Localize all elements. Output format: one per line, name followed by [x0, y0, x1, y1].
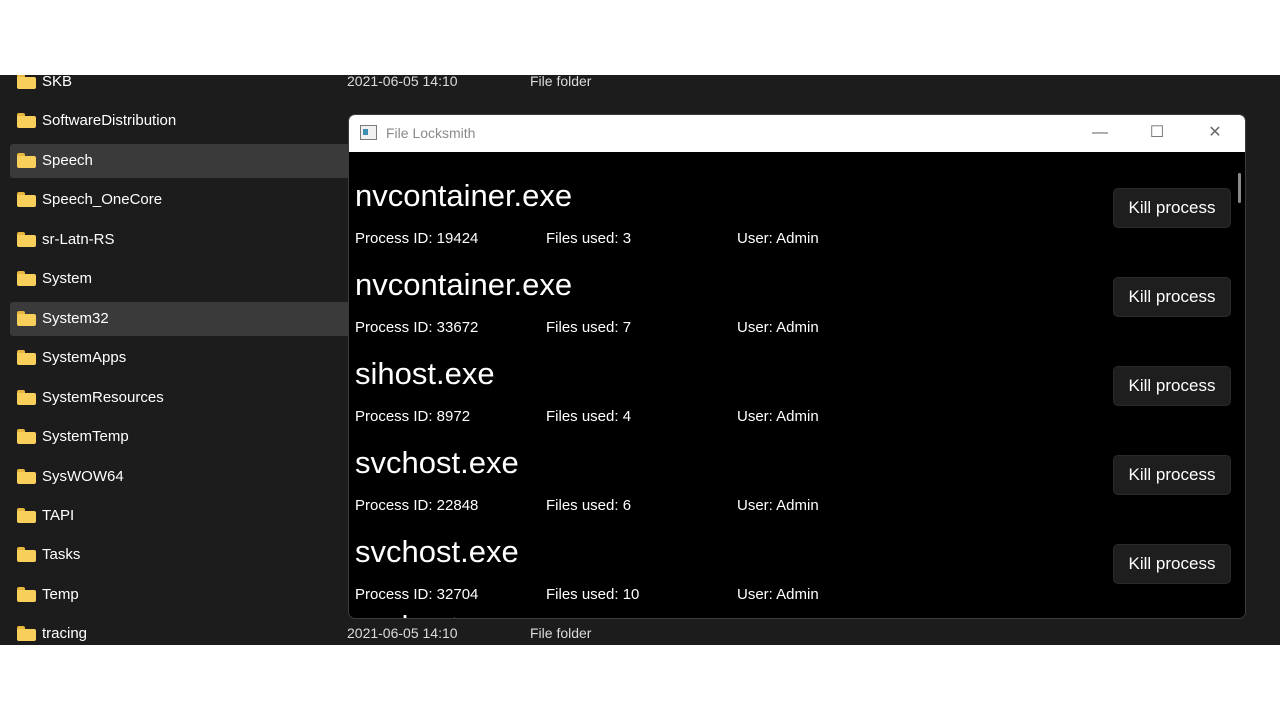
- process-user: User: Admin: [737, 319, 819, 336]
- scrollbar[interactable]: [1238, 173, 1241, 203]
- folder-row[interactable]: SysWOW64: [10, 460, 350, 494]
- folder-row[interactable]: SoftwareDistribution: [10, 104, 350, 138]
- folder-name: Temp: [42, 585, 79, 603]
- process-name: nvcontainer.exe: [355, 178, 573, 213]
- folder-icon: [17, 152, 36, 168]
- folder-name: SoftwareDistribution: [42, 112, 177, 130]
- folder-icon: [17, 350, 36, 366]
- process-user: User: Admin: [737, 586, 819, 603]
- title-bar[interactable]: File Locksmith — ☐ ✕: [349, 115, 1245, 152]
- folder-name: Speech: [42, 151, 93, 169]
- folder-row[interactable]: SystemApps: [10, 341, 350, 375]
- folder-name: Speech_OneCore: [42, 191, 163, 209]
- partial-process-name: svchost.exe: [355, 609, 455, 618]
- folder-name: sr-Latn-RS: [42, 230, 115, 248]
- close-button[interactable]: ✕: [1192, 115, 1238, 152]
- files-used: Files used: 7: [546, 319, 632, 336]
- folder-name: SystemApps: [42, 349, 127, 367]
- process-user: User: Admin: [737, 497, 819, 514]
- folder-name: SysWOW64: [42, 467, 124, 485]
- process-entry: svchost.exe Process ID: 22848 Files used: …: [349, 431, 1231, 520]
- folder-name: System: [42, 270, 93, 288]
- folder-name: SystemTemp: [42, 428, 129, 446]
- file-locksmith-window: File Locksmith — ☐ ✕ nvcontainer.exe Proc…: [348, 114, 1246, 619]
- folder-row[interactable]: Speech: [10, 143, 350, 178]
- files-used: Files used: 10: [546, 586, 640, 603]
- folder-icon: [17, 113, 36, 129]
- kill-process-button[interactable]: Kill process: [1113, 455, 1231, 495]
- process-entry: nvcontainer.exe Process ID: 33672 Files us…: [349, 253, 1231, 342]
- folder-name: TAPI: [42, 506, 75, 524]
- kill-process-button[interactable]: Kill process: [1113, 277, 1231, 317]
- folder-row[interactable]: Tasks: [10, 538, 350, 572]
- folder-row[interactable]: SystemResources: [10, 381, 350, 415]
- process-name: svchost.exe: [355, 445, 519, 480]
- folder-row[interactable]: TAPI: [10, 499, 350, 533]
- process-name: sihost.exe: [355, 356, 495, 391]
- folder-name: Tasks: [42, 546, 81, 564]
- folder-row[interactable]: SystemTemp: [10, 420, 350, 454]
- files-used: Files used: 6: [546, 497, 632, 514]
- folder-icon: [17, 429, 36, 445]
- folder-row[interactable]: Temp: [10, 578, 350, 612]
- minimize-button[interactable]: —: [1077, 115, 1123, 152]
- folder-row[interactable]: tracing: [10, 617, 350, 645]
- folder-icon: [17, 626, 36, 642]
- kill-process-button[interactable]: Kill process: [1113, 366, 1231, 406]
- process-id: Process ID: 33672: [355, 319, 479, 336]
- folder-row[interactable]: sr-Latn-RS: [10, 223, 350, 257]
- kill-process-button[interactable]: Kill process: [1113, 188, 1231, 228]
- folder-icon: [17, 389, 36, 405]
- folder-icon: [17, 271, 36, 287]
- folder-name: tracing: [42, 625, 88, 643]
- process-id: Process ID: 32704: [355, 586, 479, 603]
- folder-icon: [17, 192, 36, 208]
- folder-type: File folder: [530, 625, 592, 642]
- process-user: User: Admin: [737, 230, 819, 247]
- app-icon: [360, 125, 377, 140]
- folder-icon: [17, 231, 36, 247]
- files-used: Files used: 4: [546, 408, 632, 425]
- process-name: svchost.exe: [355, 534, 519, 569]
- folder-date: 2021-06-05 14:10: [347, 75, 458, 89]
- process-entry: sihost.exe Process ID: 8972 Files used: 4 U…: [349, 342, 1231, 431]
- folder-icon: [17, 547, 36, 563]
- folder-name: System32: [42, 309, 109, 327]
- process-name: nvcontainer.exe: [355, 267, 573, 302]
- folder-row[interactable]: System32: [10, 301, 350, 336]
- folder-row[interactable]: System: [10, 262, 350, 296]
- process-user: User: Admin: [737, 408, 819, 425]
- folder-icon: [17, 75, 36, 89]
- folder-date: 2021-06-05 14:10: [347, 625, 458, 642]
- folder-type: File folder: [530, 75, 592, 89]
- kill-process-button[interactable]: Kill process: [1113, 544, 1231, 584]
- process-id: Process ID: 19424: [355, 230, 479, 247]
- process-entry: svchost.exe Process ID: 32704 Files used: …: [349, 520, 1231, 609]
- folder-row[interactable]: SKB: [10, 75, 350, 99]
- folder-icon: [17, 468, 36, 484]
- folder-icon: [17, 507, 36, 523]
- folder-name: SystemResources: [42, 388, 164, 406]
- folder-row[interactable]: Speech_OneCore: [10, 183, 350, 217]
- process-id: Process ID: 22848: [355, 497, 479, 514]
- files-used: Files used: 3: [546, 230, 632, 247]
- folder-icon: [17, 586, 36, 602]
- folder-name: SKB: [42, 75, 73, 90]
- window-title: File Locksmith: [386, 125, 476, 141]
- process-entry: nvcontainer.exe Process ID: 19424 Files us…: [349, 164, 1231, 253]
- folder-icon: [17, 310, 36, 326]
- process-id: Process ID: 8972: [355, 408, 471, 425]
- maximize-button[interactable]: ☐: [1134, 115, 1180, 152]
